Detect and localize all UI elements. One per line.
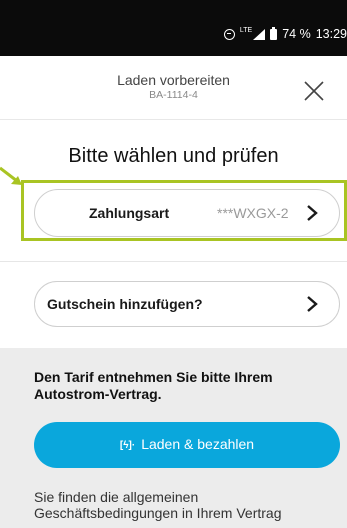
header-title: Laden vorbereiten [117, 72, 230, 88]
signal-icon [253, 28, 266, 40]
header: Laden vorbereiten BA-1114-4 [0, 56, 347, 120]
alarm-icon [223, 28, 235, 40]
close-icon[interactable] [302, 79, 326, 103]
chevron-right-icon [307, 296, 318, 312]
payment-method-button[interactable]: Zahlungsart ***WXGX-2 [34, 189, 340, 237]
clock: 13:29 [315, 27, 347, 41]
payment-method-value: ***WXGX-2 [217, 205, 289, 221]
payment-method-label: Zahlungsart [89, 205, 170, 221]
battery-level: 74 % [282, 27, 311, 41]
station-id: BA-1114-4 [149, 89, 198, 101]
charge-and-pay-button[interactable]: [ϟ]· Laden & bezahlen [34, 422, 340, 468]
page-heading: Bitte wählen und prüfen [68, 145, 279, 167]
charge-and-pay-label: Laden & bezahlen [141, 436, 255, 452]
status-bar: LTE 74 % 13:29 [0, 0, 347, 56]
network-type: LTE [239, 26, 253, 34]
tariff-note: Den Tarif entnehmen Sie bitte Ihrem Auto… [34, 369, 273, 402]
status-indicators: LTE 74 % 13:29 [223, 26, 347, 42]
battery-icon [270, 26, 278, 40]
add-voucher-button[interactable]: Gutschein hinzufügen? [34, 281, 340, 327]
divider [0, 261, 347, 262]
terms-note: Sie finden die allgemeinen Geschäftsbedi… [34, 489, 282, 521]
add-voucher-label: Gutschein hinzufügen? [47, 296, 203, 312]
bottom-panel: Den Tarif entnehmen Sie bitte Ihrem Auto… [0, 348, 347, 528]
charging-icon: [ϟ]· [119, 440, 136, 451]
chevron-right-icon [307, 205, 318, 221]
